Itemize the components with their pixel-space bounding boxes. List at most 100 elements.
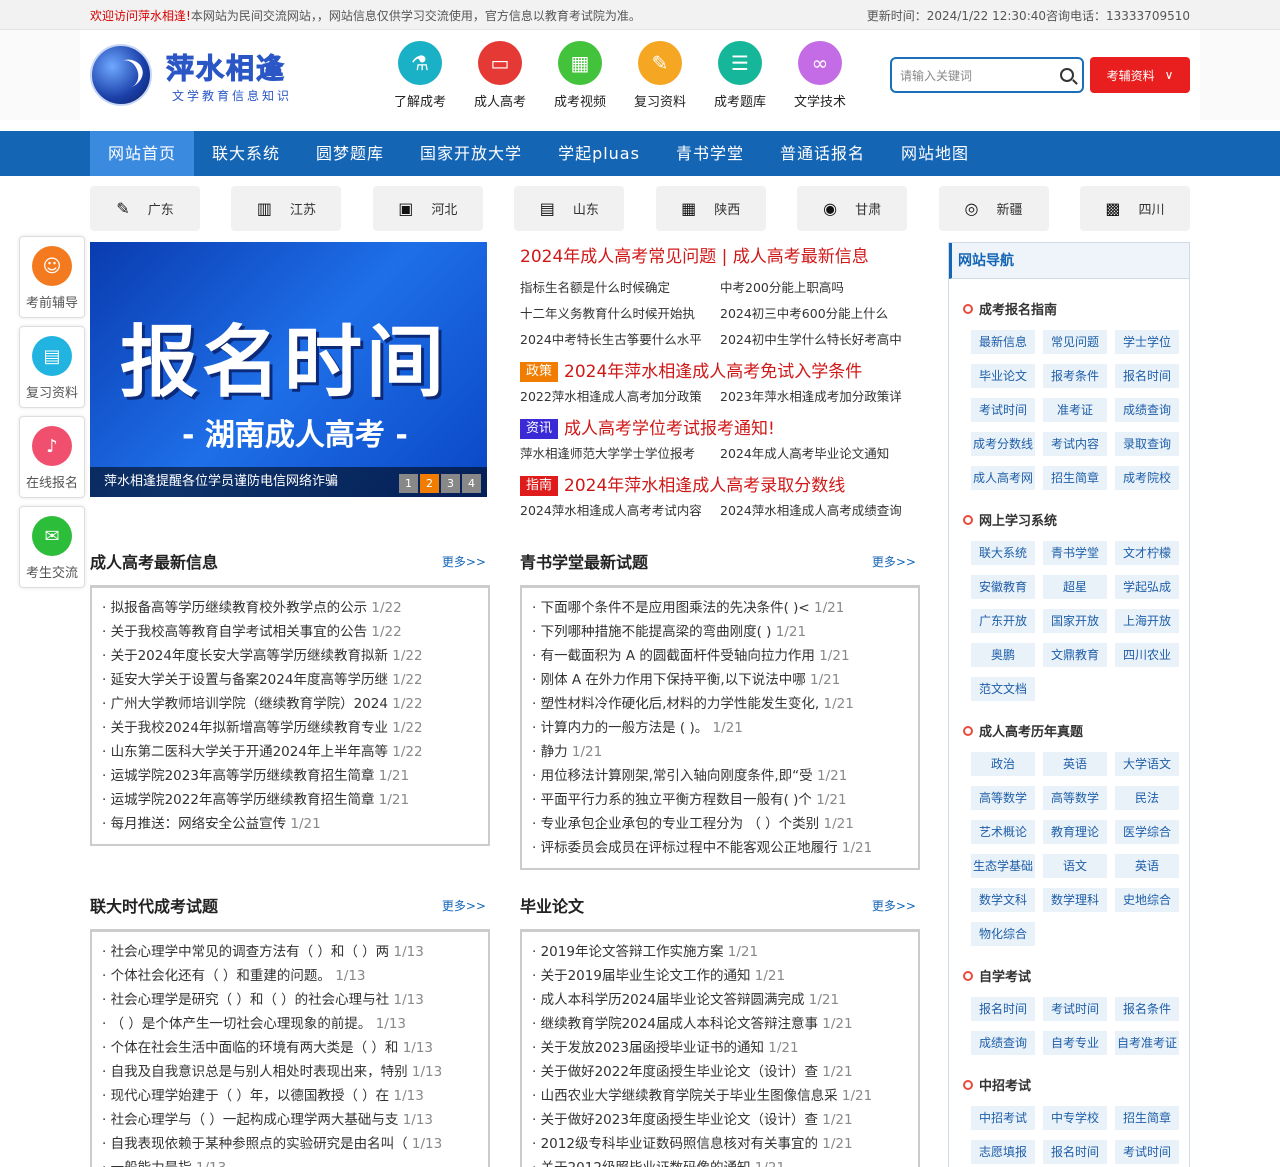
news-link[interactable]: 2024初三中考600分能上什么 xyxy=(720,301,920,327)
sidebar-tag[interactable]: 广东开放 xyxy=(971,609,1035,633)
sidebar-tag[interactable]: 成考分数线 xyxy=(971,432,1035,456)
nav-item[interactable]: 青书学堂 xyxy=(658,131,762,176)
sidebar-tag[interactable]: 英语 xyxy=(1043,752,1107,776)
list-item[interactable]: · （ ）是个体产生一切社会心理现象的前提。 1/13 xyxy=(102,1012,476,1036)
sidebar-tag[interactable]: 联大系统 xyxy=(971,541,1035,565)
side-button[interactable]: ✉ 考生交流 xyxy=(19,506,85,588)
list-item[interactable]: · 下列哪种措施不能提高梁的弯曲刚度( ) 1/21 xyxy=(532,620,906,644)
sidebar-tag[interactable]: 超星 xyxy=(1043,575,1107,599)
news-link[interactable]: 十二年义务教育什么时候开始执 xyxy=(520,301,720,327)
province-button[interactable]: ▦ 陕西 xyxy=(655,186,766,231)
list-item[interactable]: · 自我表现依赖于某种参照点的实验研究是由名叫（ 1/13 xyxy=(102,1132,476,1156)
list-item[interactable]: · 个体在社会生活中面临的环境有两大类是（ ）和 1/13 xyxy=(102,1036,476,1060)
list-item[interactable]: · 自我及自我意识总是与别人相处时表现出来，特别 1/13 xyxy=(102,1060,476,1084)
province-button[interactable]: ✎ 广东 xyxy=(90,186,200,231)
nav-item[interactable]: 网站首页 xyxy=(90,131,195,176)
news-head-2[interactable]: 成人高考学位考试报考通知! xyxy=(564,419,775,439)
sidebar-tag[interactable]: 数学文科 xyxy=(971,888,1035,912)
sidebar-tag[interactable]: 报名条件 xyxy=(1115,997,1179,1021)
list-item[interactable]: · 广州大学教师培训学院（继续教育学院）2024 1/22 xyxy=(102,692,476,716)
search-icon[interactable] xyxy=(1060,68,1074,82)
site-logo[interactable]: 萍水相逢 文学教育信息知识 xyxy=(90,44,378,106)
list-item[interactable]: · 关于2019届毕业生论文工作的通知 1/21 xyxy=(532,964,906,988)
list-item[interactable]: · 2012级专科毕业证数码照信息核对有关事宜的 1/21 xyxy=(532,1132,906,1156)
news-head-1[interactable]: 2024年萍水相逢成人高考免试入学条件 xyxy=(564,362,862,382)
sidebar-tag[interactable]: 高等数学 xyxy=(971,786,1035,810)
list-item[interactable]: · 关于发放2023届函授毕业证书的通知 1/21 xyxy=(532,1036,906,1060)
list-item[interactable]: · 静力 1/21 xyxy=(532,740,906,764)
sidebar-tag[interactable]: 考试时间 xyxy=(1115,1140,1179,1164)
sidebar-tag[interactable]: 生态学基础 xyxy=(971,854,1035,878)
news-link[interactable]: 2022萍水相逢成人高考加分政策 xyxy=(520,384,720,410)
sidebar-tag[interactable]: 准考证 xyxy=(1043,398,1107,422)
sidebar-tag[interactable]: 四川农业 xyxy=(1115,643,1179,667)
sidebar-tag[interactable]: 报名时间 xyxy=(971,997,1035,1021)
banner-dot[interactable]: 4 xyxy=(462,474,481,493)
sidebar-tag[interactable]: 报名时间 xyxy=(1043,1140,1107,1164)
list-item[interactable]: · 山西农业大学继续教育学院关于毕业生图像信息采 1/21 xyxy=(532,1084,906,1108)
list-item[interactable]: · 有一截面积为 A 的圆截面杆件受轴向拉力作用 1/21 xyxy=(532,644,906,668)
list-item[interactable]: · 关于2012级照毕业证数码像的通知 1/21 xyxy=(532,1156,906,1167)
sidebar-tag[interactable]: 学起弘成 xyxy=(1115,575,1179,599)
quick-link-item[interactable]: ☰ 成考题库 xyxy=(700,40,780,110)
sidebar-tag[interactable]: 自考专业 xyxy=(1043,1031,1107,1055)
sidebar-tag[interactable]: 安徽教育 xyxy=(971,575,1035,599)
sidebar-tag[interactable]: 物化综合 xyxy=(971,922,1035,946)
sidebar-tag[interactable]: 语文 xyxy=(1043,854,1107,878)
quick-link-item[interactable]: ✎ 复习资料 xyxy=(620,40,700,110)
side-button[interactable]: ♪ 在线报名 xyxy=(19,416,85,498)
news-link[interactable]: 萍水相逢师范大学学士学位报考 xyxy=(520,441,720,467)
sidebar-tag[interactable]: 报名时间 xyxy=(1115,364,1179,388)
nav-item[interactable]: 网站地图 xyxy=(883,131,987,176)
province-button[interactable]: ◎ 新疆 xyxy=(938,186,1049,231)
resource-button[interactable]: 考辅资料 ∨ xyxy=(1090,57,1190,93)
news-link[interactable]: 2023年萍水相逢成考加分政策详 xyxy=(720,384,920,410)
list-item[interactable]: · 成人本科学历2024届毕业论文答辩圆满完成 1/21 xyxy=(532,988,906,1012)
sidebar-tag[interactable]: 录取查询 xyxy=(1115,432,1179,456)
list-item[interactable]: · 用位移法计算刚架,常引入轴向刚度条件,即“受 1/21 xyxy=(532,764,906,788)
sidebar-tag[interactable]: 招生简章 xyxy=(1043,466,1107,490)
sidebar-tag[interactable]: 报考条件 xyxy=(1043,364,1107,388)
banner-slider[interactable]: 报名时间 - 湖南成人高考 - 萍水相逢提醒各位学员谨防电信网络诈骗 1234 xyxy=(90,242,487,497)
side-button[interactable]: ☺ 考前辅导 xyxy=(19,236,85,318)
list-item[interactable]: · 延安大学关于设置与备案2024年度高等学历继 1/22 xyxy=(102,668,476,692)
list-item[interactable]: · 社会心理学与（ ）一起构成心理学两大基础与支 1/13 xyxy=(102,1108,476,1132)
sidebar-tag[interactable]: 成绩查询 xyxy=(971,1031,1035,1055)
news-link[interactable]: 2024萍水相逢成人高考考试内容 xyxy=(520,498,720,524)
province-button[interactable]: ◉ 甘肃 xyxy=(797,186,908,231)
nav-item[interactable]: 联大系统 xyxy=(194,131,298,176)
sidebar-tag[interactable]: 国家开放 xyxy=(1043,609,1107,633)
news-link[interactable]: 中考200分能上职高吗 xyxy=(720,275,920,301)
list-item[interactable]: · 计算内力的一般方法是 ( )。 1/21 xyxy=(532,716,906,740)
sidebar-tag[interactable]: 成人高考网 xyxy=(971,466,1035,490)
nav-item[interactable]: 国家开放大学 xyxy=(402,131,540,176)
more-link[interactable]: 更多>> xyxy=(442,553,486,570)
sidebar-tag[interactable]: 最新信息 xyxy=(971,330,1035,354)
list-item[interactable]: · 继续教育学院2024届成人本科论文答辩注意事 1/21 xyxy=(532,1012,906,1036)
news-link[interactable]: 2024初中生学什么特长好考高中 xyxy=(720,327,920,353)
list-item[interactable]: · 平面平行力系的独立平衡方程数目一般有( )个 1/21 xyxy=(532,788,906,812)
list-item[interactable]: · 山东第二医科大学关于开通2024年上半年高等 1/22 xyxy=(102,740,476,764)
sidebar-tag[interactable]: 大学语文 xyxy=(1115,752,1179,776)
sidebar-tag[interactable]: 成考院校 xyxy=(1115,466,1179,490)
list-item[interactable]: · 关于做好2023年度函授生毕业论文（设计）查 1/21 xyxy=(532,1108,906,1132)
sidebar-tag[interactable]: 考试内容 xyxy=(1043,432,1107,456)
sidebar-tag[interactable]: 医学综合 xyxy=(1115,820,1179,844)
sidebar-tag[interactable]: 毕业论文 xyxy=(971,364,1035,388)
list-item[interactable]: · 关于做好2022年度函授生毕业论文（设计）查 1/21 xyxy=(532,1060,906,1084)
sidebar-tag[interactable]: 成绩查询 xyxy=(1115,398,1179,422)
banner-dot[interactable]: 2 xyxy=(420,474,439,493)
sidebar-tag[interactable]: 中专学校 xyxy=(1043,1106,1107,1130)
sidebar-tag[interactable]: 文鼎教育 xyxy=(1043,643,1107,667)
quick-link-item[interactable]: ⚗ 了解成考 xyxy=(380,40,460,110)
nav-item[interactable]: 学起pluas xyxy=(540,131,658,176)
list-item[interactable]: · 塑性材料冷作硬化后,材料的力学性能发生变化, 1/21 xyxy=(532,692,906,716)
list-item[interactable]: · 评标委员会成员在评标过程中不能客观公正地履行 1/21 xyxy=(532,836,906,860)
province-button[interactable]: ▥ 江苏 xyxy=(231,186,342,231)
list-item[interactable]: · 现代心理学始建于（ ）年，以德国教授（ ）在 1/13 xyxy=(102,1084,476,1108)
list-item[interactable]: · 社会心理学中常见的调查方法有（ ）和（ ）两 1/13 xyxy=(102,940,476,964)
news-head-3[interactable]: 2024年萍水相逢成人高考录取分数线 xyxy=(564,476,845,496)
sidebar-tag[interactable]: 考试时间 xyxy=(1043,997,1107,1021)
sidebar-tag[interactable]: 青书学堂 xyxy=(1043,541,1107,565)
quick-link-item[interactable]: ▭ 成人高考 xyxy=(460,40,540,110)
